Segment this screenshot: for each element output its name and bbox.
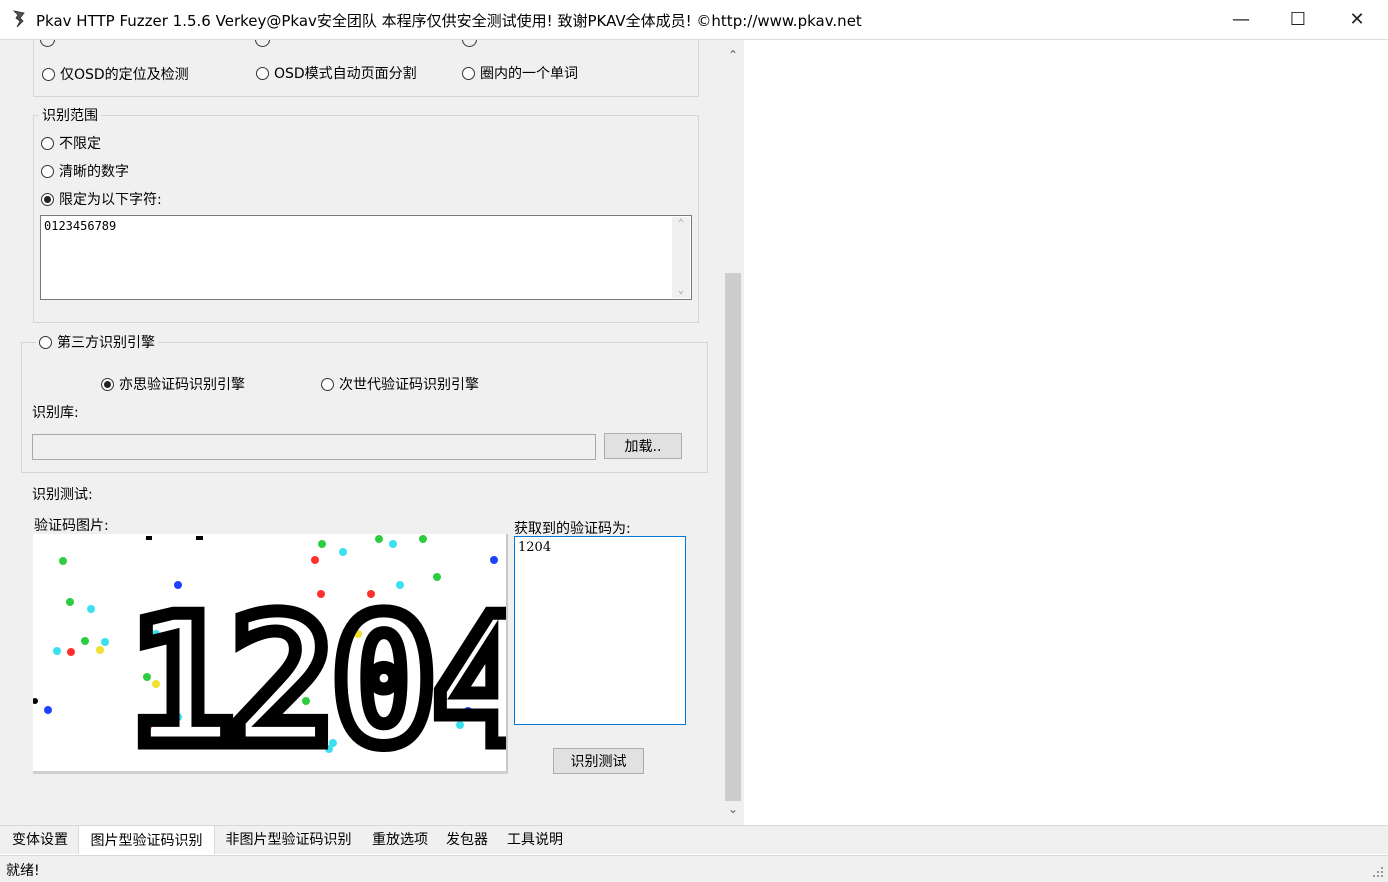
result-label: 获取到的验证码为: (514, 521, 631, 537)
radio-label: 清晰的数字 (59, 164, 129, 180)
minimize-button[interactable]: — (1218, 0, 1264, 39)
radio-label: 仅OSD的定位及检测 (60, 67, 189, 83)
radio-dot (321, 377, 334, 391)
app-icon (10, 9, 28, 29)
scroll-up-icon[interactable]: ⌃ (672, 217, 690, 231)
radio-dot (462, 66, 475, 80)
recognition-library-input[interactable] (32, 434, 596, 460)
radio-label: 限定为以下字符: (59, 192, 162, 208)
scroll-down-icon[interactable]: ⌄ (672, 284, 690, 298)
radio-next-gen-engine[interactable]: 次世代验证码识别引擎 (321, 374, 479, 394)
radio-range-custom-chars[interactable]: 限定为以下字符: (41, 189, 162, 209)
radio-dot (41, 136, 54, 150)
radio-dot (39, 335, 52, 349)
load-library-button[interactable]: 加载.. (604, 433, 682, 459)
recognition-test-button[interactable]: 识别测试 (553, 748, 644, 774)
textarea-scrollbar[interactable]: ⌃ ⌄ (672, 217, 690, 298)
radio-third-party-engine[interactable]: 第三方识别引擎 (36, 332, 158, 352)
allowed-chars-value: 0123456789 (44, 219, 117, 233)
captcha-characters: 1204 (128, 578, 508, 774)
radio-label: OSD模式自动页面分割 (274, 66, 417, 82)
title-bar: Pkav HTTP Fuzzer 1.5.6 Verkey@Pkav安全团队 本… (0, 0, 1388, 40)
radio-dot (41, 192, 54, 206)
radio-dot (256, 66, 269, 80)
radio-label: 不限定 (59, 136, 101, 152)
tab-non-image-captcha[interactable]: 非图片型验证码识别 (216, 827, 361, 851)
scroll-up-icon[interactable]: ⌃ (722, 48, 744, 62)
radio-label: 亦思验证码识别引擎 (119, 377, 245, 393)
status-text: 就绪! (6, 863, 40, 879)
recognition-test-label: 识别测试: (32, 487, 93, 503)
radio-label: 第三方识别引擎 (57, 335, 155, 351)
radio-dot (42, 67, 55, 81)
captcha-image: 1204 (33, 534, 508, 774)
radio-dot (41, 164, 54, 178)
cut-off-options-row (40, 40, 700, 48)
tab-image-captcha[interactable]: 图片型验证码识别 (78, 825, 215, 854)
close-button[interactable]: ✕ (1334, 0, 1380, 39)
captcha-settings-panel: 仅OSD的定位及检测 OSD模式自动页面分割 圈内的一个单词 识别范围 不限定 … (0, 40, 722, 825)
radio-range-digits[interactable]: 清晰的数字 (41, 161, 129, 181)
resize-grip-icon[interactable] (1370, 864, 1384, 878)
window-title: Pkav HTTP Fuzzer 1.5.6 Verkey@Pkav安全团队 本… (36, 12, 862, 30)
status-bar: 就绪! (0, 855, 1388, 882)
allowed-chars-textarea[interactable]: 0123456789 ⌃ ⌄ (40, 215, 692, 300)
tab-replay-options[interactable]: 重放选项 (364, 827, 436, 851)
radio-osd-auto-segmentation[interactable]: OSD模式自动页面分割 (256, 63, 417, 83)
radio-osd-only[interactable]: 仅OSD的定位及检测 (42, 64, 189, 84)
radio-range-unlimited[interactable]: 不限定 (41, 133, 101, 153)
scroll-down-icon[interactable]: ⌄ (722, 802, 744, 816)
captcha-result-textarea[interactable]: 1204 (514, 536, 686, 725)
tab-tool-help[interactable]: 工具说明 (498, 827, 572, 851)
radio-label: 次世代验证码识别引擎 (339, 377, 479, 393)
tab-packet-sender[interactable]: 发包器 (438, 827, 496, 851)
tab-variant-settings[interactable]: 变体设置 (4, 827, 76, 851)
radio-yisi-engine[interactable]: 亦思验证码识别引擎 (101, 374, 245, 394)
radio-label: 圈内的一个单词 (480, 66, 578, 82)
scrollbar-thumb[interactable] (725, 273, 741, 801)
recognition-range-legend: 识别范围 (39, 105, 101, 125)
recognition-library-label: 识别库: (32, 405, 79, 421)
radio-dot (101, 377, 114, 391)
maximize-button[interactable]: ☐ (1275, 0, 1321, 39)
captcha-image-label: 验证码图片: (34, 518, 109, 534)
radio-single-word-circle[interactable]: 圈内的一个单词 (462, 63, 578, 83)
